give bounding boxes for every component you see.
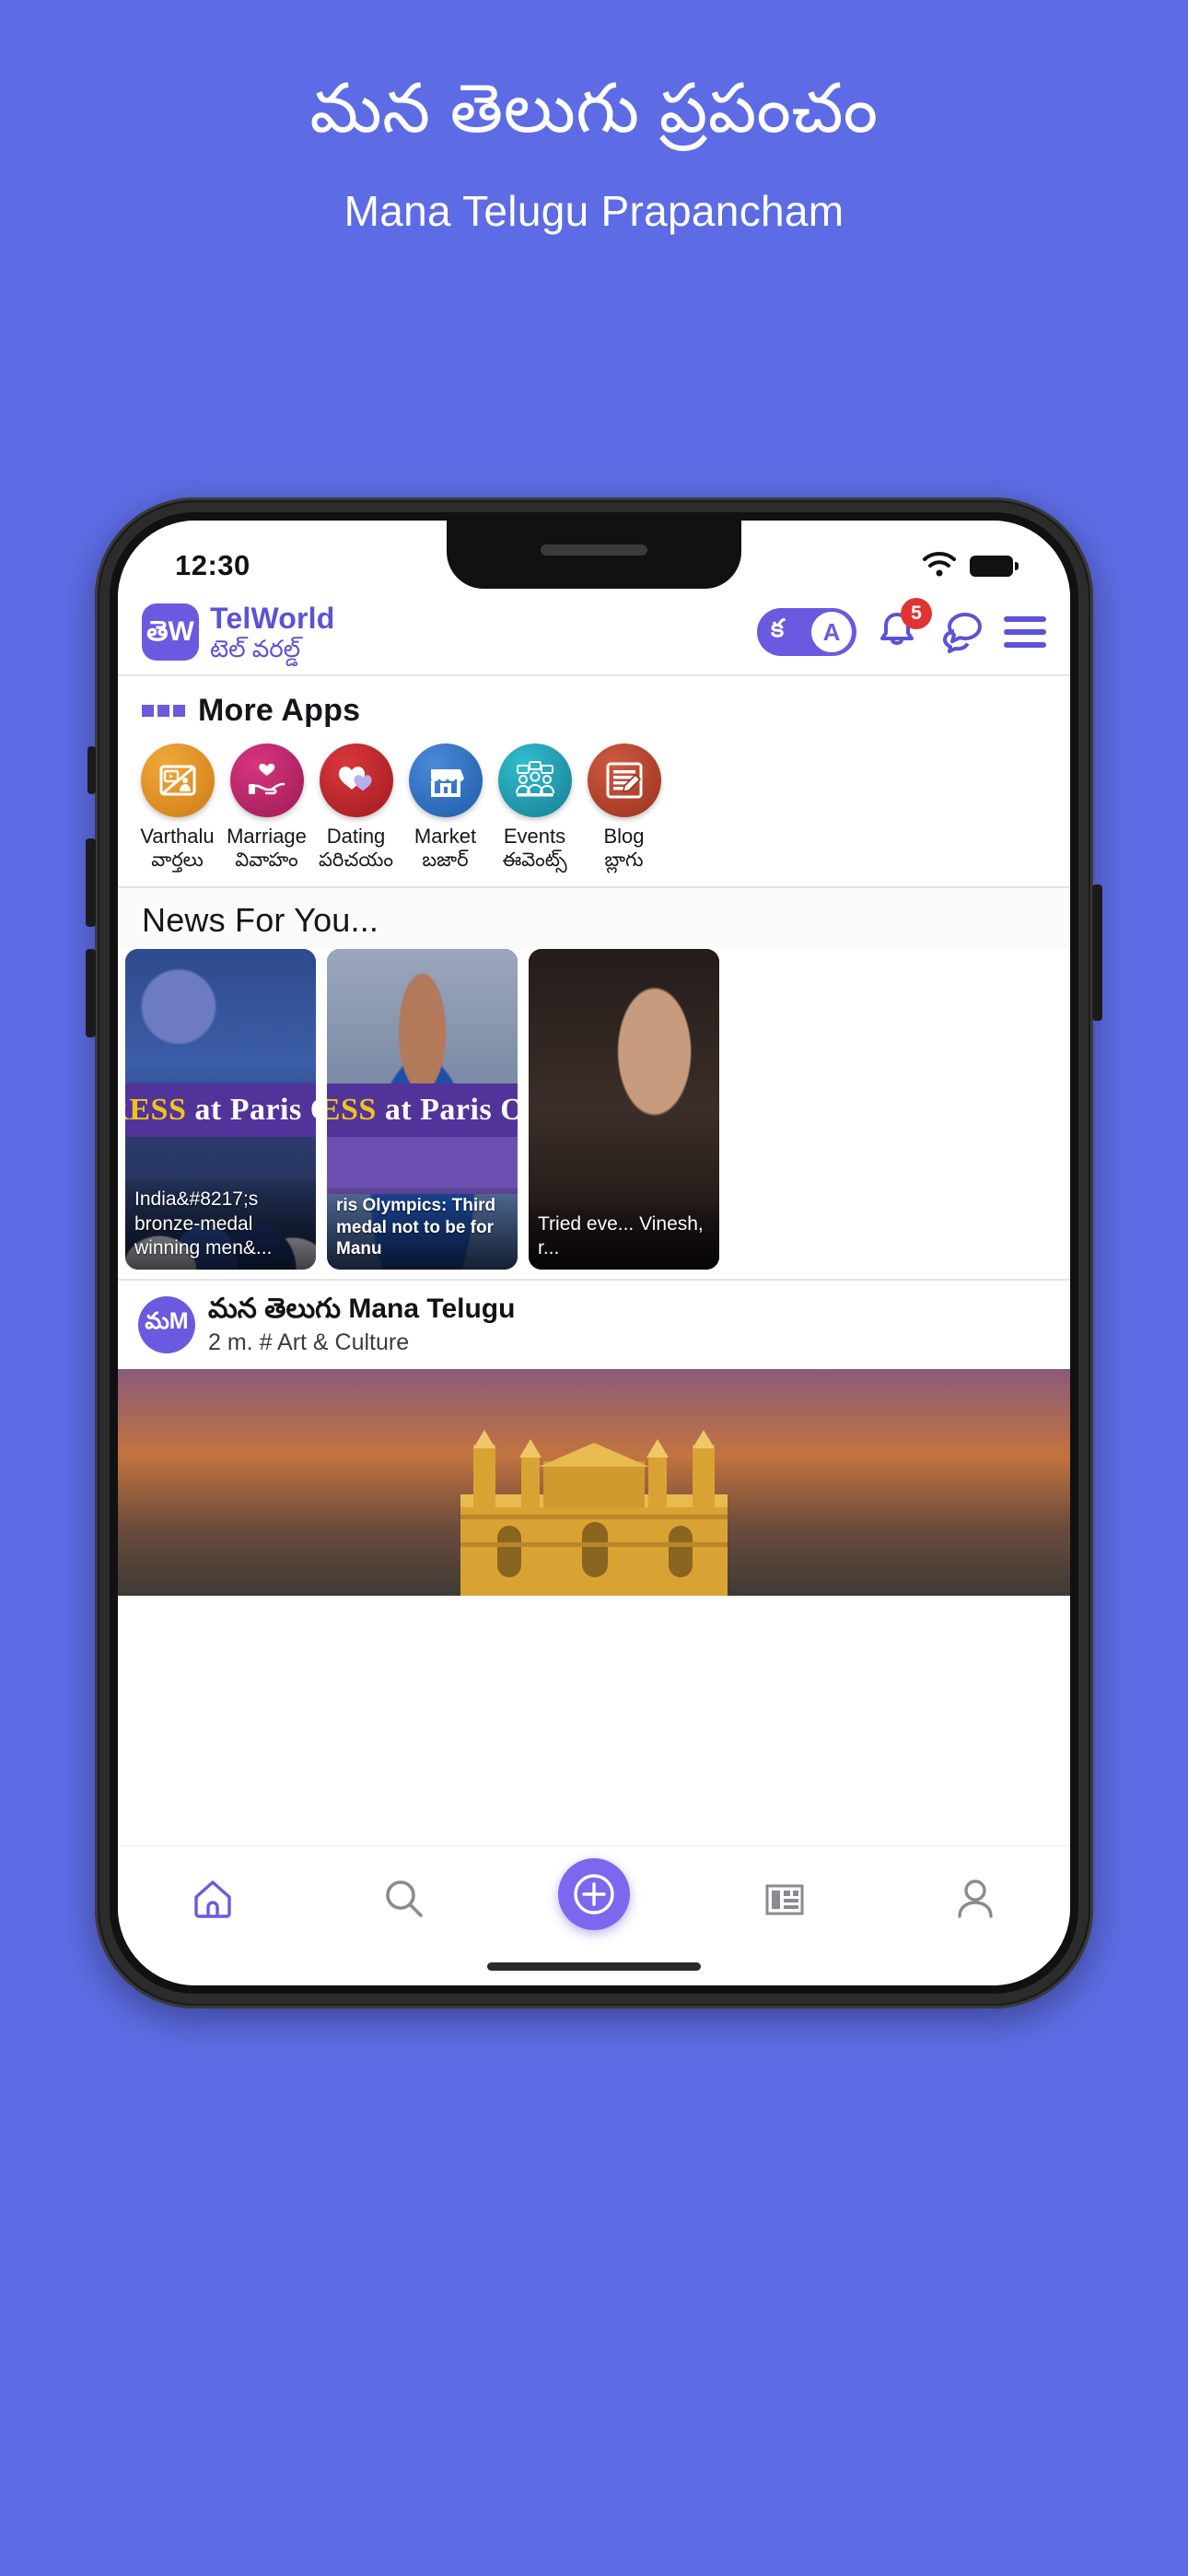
app-item-events[interactable]: Events ఈవెంట్స్ [490, 743, 579, 872]
hamburger-bar [1004, 629, 1046, 636]
news-card-caption: India&#8217;s bronze-medal winning men&.… [125, 1180, 316, 1270]
app-label-te: బజార్ [422, 849, 469, 872]
post-author-te: మన తెలుగు [208, 1294, 341, 1325]
chat-bubbles-icon [943, 613, 982, 654]
more-apps-row: Varthalu వార్తలు Marriage వివాహం Dating … [118, 737, 1070, 887]
person-icon [957, 1879, 993, 1918]
nav-item-search[interactable] [364, 1867, 443, 1931]
brand-name: TelWorld [210, 602, 335, 635]
news-banner-text: ESS at Paris O [327, 1083, 518, 1138]
more-apps-title: More Apps [198, 692, 361, 728]
app-label-en: Events [503, 824, 566, 848]
news-card-caption: ris Olympics: Third medal not to be for … [327, 1187, 518, 1270]
home-icon [194, 1880, 232, 1918]
news-card[interactable]: Tried eve... Vinesh, r... [529, 949, 719, 1270]
power-button[interactable] [1092, 884, 1102, 1021]
phone-screen: 12:30 తెW TelWorld టెల్ వరల్డ్ క A 5 Mor… [118, 521, 1070, 1985]
news-banner-gold: ESS [327, 1093, 377, 1128]
people-chat-icon [497, 743, 572, 817]
news-banner-white: at Paris O [194, 1093, 316, 1128]
app-label-en: Varthalu [140, 824, 215, 848]
volume-up-button[interactable] [86, 838, 96, 927]
app-label-te: వివాహం [235, 849, 298, 872]
nav-item-home[interactable] [173, 1867, 252, 1931]
news-banner-text: RESS at Paris O [125, 1083, 316, 1138]
write-document-icon [587, 743, 661, 817]
post-image[interactable] [118, 1368, 1070, 1596]
avatar: మM [138, 1295, 195, 1353]
news-banner-gold: RESS [125, 1093, 187, 1128]
news-tv-icon [140, 743, 215, 817]
post-author-name: మన తెలుగు Mana Telugu [208, 1294, 515, 1326]
language-toggle-telugu: క [771, 615, 785, 643]
grid-squares-icon [142, 704, 185, 717]
post-author-en: Mana Telugu [348, 1294, 516, 1325]
app-label-en: Blog [603, 824, 645, 848]
hands-heart-icon [229, 743, 304, 817]
page-subtitle: Mana Telugu Prapancham [344, 186, 844, 235]
app-item-marriage[interactable]: Marriage వివాహం [222, 743, 311, 872]
app-label-en: Marriage [227, 824, 307, 848]
menu-button[interactable] [1004, 616, 1046, 649]
hamburger-bar [1004, 616, 1046, 623]
app-label-te: బ్లాగు [604, 849, 644, 872]
app-header: తెW TelWorld టెల్ వరల్డ్ క A 5 [118, 596, 1070, 674]
notification-badge: 5 [901, 598, 932, 630]
post-author-block: మన తెలుగు Mana Telugu 2 m. # Art & Cultu… [208, 1294, 515, 1356]
brand-text: TelWorld టెల్ వరల్డ్ [210, 603, 335, 662]
page-title: మన తెలుగు ప్రపంచం [309, 70, 879, 146]
messages-button[interactable] [938, 609, 985, 655]
mute-switch[interactable] [87, 746, 96, 794]
app-label-en: Dating [326, 824, 386, 848]
news-banner-lower [327, 1137, 518, 1195]
plus-circle-icon [574, 1874, 614, 1914]
language-toggle[interactable]: క A [757, 608, 856, 657]
post-meta: 2 m. # Art & Culture [208, 1329, 410, 1355]
search-icon [386, 1880, 423, 1917]
news-grid-icon [765, 1884, 804, 1915]
app-label-te: వార్తలు [151, 849, 204, 872]
app-label-te: పరిచయం [319, 849, 393, 872]
post-header[interactable]: మM మన తెలుగు Mana Telugu 2 m. # Art & Cu… [118, 1281, 1070, 1369]
news-banner-white: at Paris O [384, 1093, 518, 1128]
app-logo-icon: తెW [142, 603, 199, 662]
news-card[interactable]: ESS at Paris O ris Olympics: Third medal… [327, 949, 518, 1270]
app-item-market[interactable]: Market బజార్ [401, 743, 490, 872]
news-carousel[interactable]: RESS at Paris O India&#8217;s bronze-med… [118, 949, 1070, 1280]
header-actions: క A 5 [757, 598, 1046, 657]
brand-subtitle: టెల్ వరల్డ్ [210, 634, 301, 662]
news-card-caption: Tried eve... Vinesh, r... [529, 1204, 719, 1270]
notch [447, 521, 741, 589]
app-label-te: ఈవెంట్స్ [502, 849, 567, 872]
nav-item-create[interactable] [554, 1858, 634, 1931]
device-frame: 12:30 తెW TelWorld టెల్ వరల్డ్ క A 5 Mor… [86, 498, 1102, 2008]
app-label-en: Market [413, 824, 477, 848]
nav-item-profile[interactable] [936, 1867, 1015, 1931]
storefront-icon [408, 743, 483, 817]
device-inner: 12:30 తెW TelWorld టెల్ వరల్డ్ క A 5 Mor… [110, 512, 1078, 1994]
volume-down-button[interactable] [86, 949, 96, 1037]
hero-section: మన తెలుగు ప్రపంచం Mana Telugu Prapancham [0, 0, 1188, 235]
nav-item-news[interactable] [745, 1867, 824, 1931]
brand[interactable]: తెW TelWorld టెల్ వరల్డ్ [142, 603, 335, 662]
app-item-blog[interactable]: Blog బ్లాగు [579, 743, 669, 872]
more-apps-header: More Apps [118, 675, 1070, 738]
earpiece-speaker [541, 544, 647, 556]
app-item-dating[interactable]: Dating పరిచయం [311, 743, 401, 872]
two-hearts-icon [319, 743, 393, 817]
language-toggle-english: A [811, 612, 852, 653]
status-icons [921, 550, 1019, 582]
charminar-icon [460, 1429, 728, 1596]
news-card[interactable]: RESS at Paris O India&#8217;s bronze-med… [125, 949, 316, 1270]
create-post-button[interactable] [557, 1858, 630, 1930]
home-indicator [487, 1962, 701, 1971]
notifications-button[interactable]: 5 [875, 598, 932, 655]
app-item-varthalu[interactable]: Varthalu వార్తలు [133, 743, 222, 872]
hamburger-bar [1004, 642, 1046, 649]
news-section-title: News For You... [118, 888, 1070, 950]
status-time: 12:30 [175, 549, 250, 581]
phone-mockup: 12:30 తెW TelWorld టెల్ వరల్డ్ క A 5 Mor… [86, 498, 1102, 2008]
wifi-icon [921, 550, 958, 582]
battery-icon [970, 555, 1019, 577]
